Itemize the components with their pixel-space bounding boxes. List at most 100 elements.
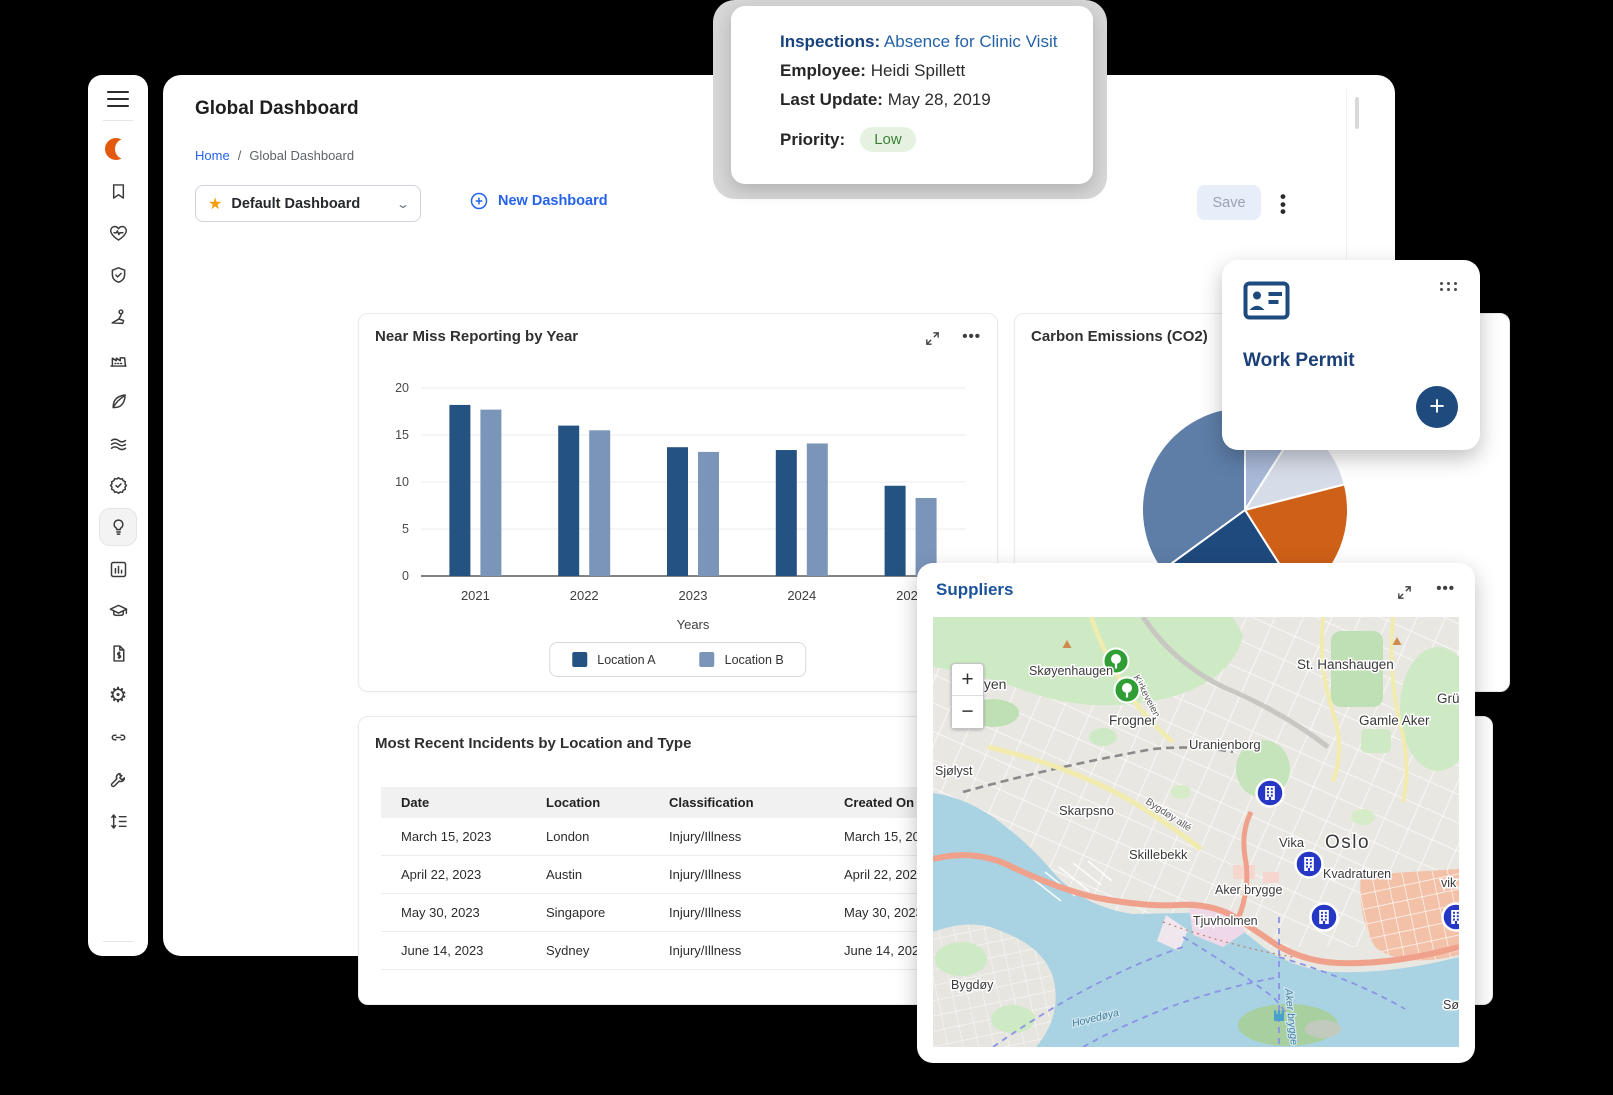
sidebar-item-analytics[interactable] xyxy=(100,551,136,587)
graduation-cap-icon xyxy=(108,601,129,622)
wrench-icon xyxy=(108,769,129,790)
sidebar-divider xyxy=(103,120,133,121)
svg-text:10: 10 xyxy=(395,475,409,489)
supplier-building-marker[interactable] xyxy=(1443,904,1460,931)
supplier-building-marker[interactable] xyxy=(1311,904,1338,931)
inspection-employee: Employee: Heidi Spillett xyxy=(780,61,1073,81)
svg-text:2024: 2024 xyxy=(787,588,816,603)
sidebar-item-training[interactable] xyxy=(100,593,136,629)
map-place-label: Kvadraturen xyxy=(1323,867,1391,881)
table-cell: Sydney xyxy=(526,932,649,970)
map-canvas[interactable]: Bygdøy alléKirkeveien Aker brygge - Hove… xyxy=(933,617,1459,1047)
sidebar-item-quality[interactable] xyxy=(100,467,136,503)
id-card-icon xyxy=(1243,281,1290,320)
map-place-label: Skillebekk xyxy=(1129,847,1188,862)
map-place-label: Oslo xyxy=(1325,832,1370,853)
carbon-emissions-title: Carbon Emissions (CO2) xyxy=(1031,328,1208,345)
table-cell: Austin xyxy=(526,856,649,894)
page-title: Global Dashboard xyxy=(195,98,359,120)
sidebar-item-line-spacing[interactable] xyxy=(100,803,136,839)
sidebar-item-ideas[interactable] xyxy=(100,509,136,545)
breadcrumb-home[interactable]: Home xyxy=(195,148,230,163)
sidebar-item-environment[interactable] xyxy=(100,383,136,419)
column-header: Location xyxy=(526,787,649,818)
new-dashboard-button[interactable]: New Dashboard xyxy=(469,191,608,211)
map-place-label: Tjuvholmen xyxy=(1193,914,1258,928)
breadcrumb-current: Global Dashboard xyxy=(249,148,354,163)
supplier-building-marker[interactable] xyxy=(1257,780,1284,807)
sidebar-bottom-divider xyxy=(103,941,133,942)
work-permit-card[interactable]: Work Permit + xyxy=(1222,260,1480,450)
sidebar-item-safety[interactable] xyxy=(100,257,136,293)
save-button[interactable]: Save xyxy=(1197,185,1261,220)
link-icon xyxy=(108,727,129,748)
heart-pulse-icon xyxy=(108,223,129,244)
zoom-in-button[interactable]: + xyxy=(952,664,983,696)
bar-chart-icon xyxy=(108,559,129,580)
sidebar-item-invoices[interactable] xyxy=(100,635,136,671)
document-dollar-icon xyxy=(108,643,129,664)
column-header: Date xyxy=(381,787,526,818)
tree-marker-icon[interactable] xyxy=(1115,678,1140,703)
legend-item: Location B xyxy=(700,652,784,667)
table-cell: Injury/Illness xyxy=(649,856,824,894)
scrollbar-thumb[interactable] xyxy=(1355,97,1359,129)
expand-icon[interactable] xyxy=(1396,584,1413,606)
cority-logo[interactable] xyxy=(100,131,136,167)
map-place-label: Grüne xyxy=(1437,691,1459,706)
near-miss-title: Near Miss Reporting by Year xyxy=(375,328,578,345)
plus-circle-icon xyxy=(469,191,489,211)
sidebar-item-integrations[interactable] xyxy=(100,719,136,755)
map-place-label: Skarpsno xyxy=(1059,803,1114,818)
inspection-priority: Priority: Low xyxy=(780,127,1073,152)
bookmark-icon xyxy=(108,181,129,202)
sidebar-item-health[interactable] xyxy=(100,215,136,251)
chart-legend: Location A Location B xyxy=(549,642,806,677)
svg-text:2021: 2021 xyxy=(461,588,490,603)
drag-handle-icon[interactable] xyxy=(1440,282,1458,291)
legend-swatch-a xyxy=(572,652,587,667)
svg-text:0: 0 xyxy=(402,569,409,583)
map-place-label: Frogner xyxy=(1109,713,1157,728)
svg-text:2023: 2023 xyxy=(679,588,708,603)
castle-icon xyxy=(1274,1011,1284,1022)
suppliers-map[interactable]: + − xyxy=(933,617,1459,1047)
map-place-label: Vika xyxy=(1279,835,1305,850)
inspection-tooltip: Inspections: Absence for Clinic Visit Em… xyxy=(731,6,1093,184)
table-cell: Injury/Illness xyxy=(649,894,824,932)
more-options-icon[interactable]: ••• xyxy=(1436,580,1455,597)
table-cell: Injury/Illness xyxy=(649,932,824,970)
table-cell: Injury/Illness xyxy=(649,818,824,856)
dashboard-select[interactable]: ★ Default Dashboard ⌄ xyxy=(195,185,421,222)
sidebar-item-ergonomics[interactable] xyxy=(100,299,136,335)
badge-check-icon xyxy=(108,475,129,496)
menu-icon[interactable] xyxy=(107,91,129,107)
more-options-icon[interactable]: ••• xyxy=(962,328,981,345)
dashboard-select-value: Default Dashboard xyxy=(231,196,389,212)
breadcrumb: Home / Global Dashboard xyxy=(195,148,354,163)
priority-badge: Low xyxy=(860,127,916,152)
inspection-title: Inspections: Absence for Clinic Visit xyxy=(780,32,1073,52)
map-place-label: Bygdøy xyxy=(951,978,994,992)
incidents-title: Most Recent Incidents by Location and Ty… xyxy=(375,735,691,752)
sidebar-item-industrial[interactable] xyxy=(100,341,136,377)
sidebar-item-water[interactable] xyxy=(100,425,136,461)
work-permit-title: Work Permit xyxy=(1243,350,1355,372)
add-work-permit-button[interactable]: + xyxy=(1416,386,1458,428)
near-miss-bar-chart: 0510152020212022202320242025Years xyxy=(369,372,985,634)
kebab-menu-icon[interactable]: ••• xyxy=(1277,193,1289,216)
chevron-down-icon: ⌄ xyxy=(396,197,410,211)
svg-text:2022: 2022 xyxy=(570,588,599,603)
sidebar-item-bookmarks[interactable] xyxy=(100,173,136,209)
near-miss-card: Near Miss Reporting by Year ••• 05101520… xyxy=(358,313,998,692)
sidebar-item-settings[interactable]: ⚙ xyxy=(100,677,136,713)
sidebar-item-tools[interactable] xyxy=(100,761,136,797)
ergonomics-person-icon xyxy=(108,307,129,328)
expand-icon[interactable] xyxy=(924,330,941,352)
zoom-out-button[interactable]: − xyxy=(952,696,983,728)
table-cell: April 22, 2023 xyxy=(381,856,526,894)
table-cell: May 30, 2023 xyxy=(381,894,526,932)
map-place-label: Skøyenhaugen xyxy=(1029,664,1113,678)
supplier-building-marker[interactable] xyxy=(1296,851,1323,878)
map-zoom-control: + − xyxy=(951,663,984,729)
